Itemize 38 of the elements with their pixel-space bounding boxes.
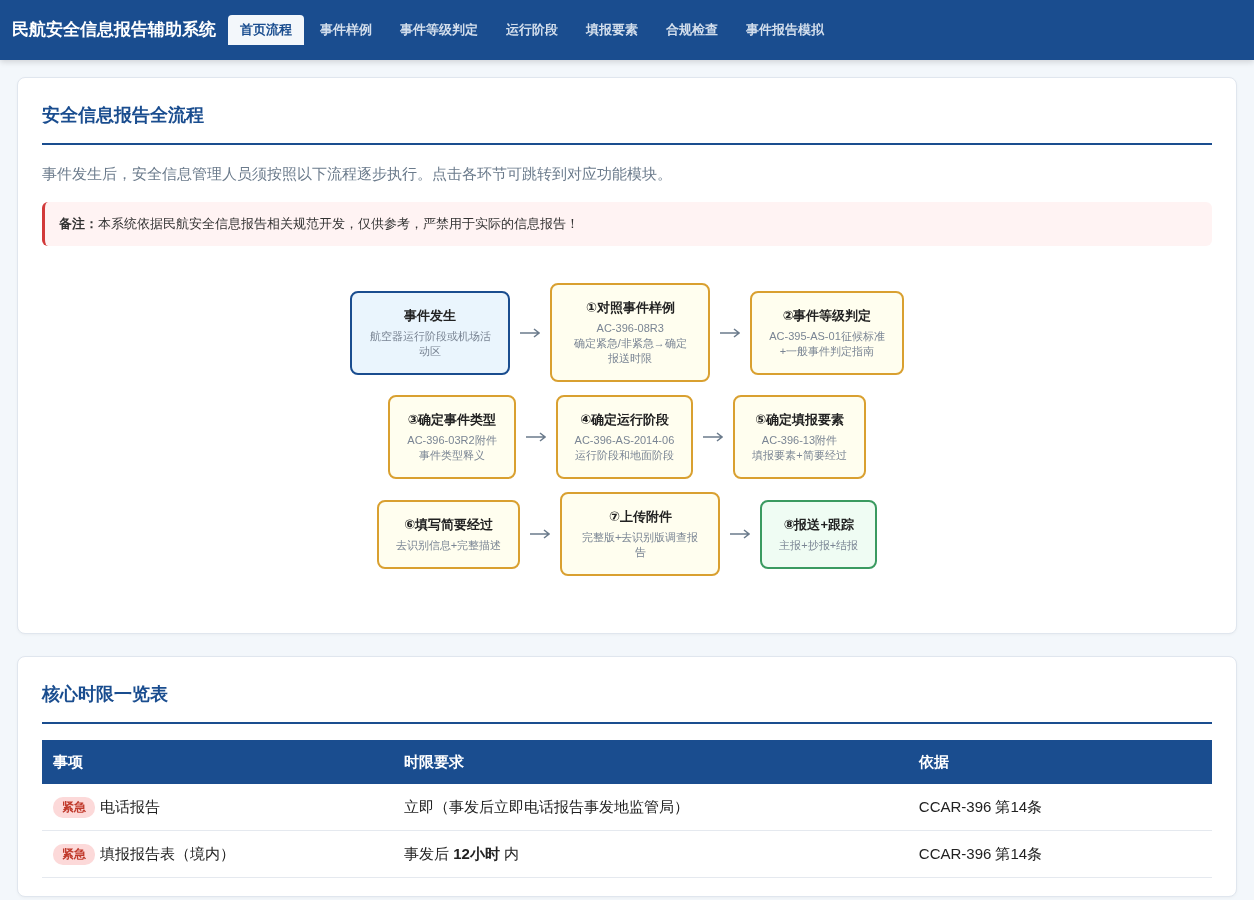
arrow-icon (520, 327, 541, 338)
table-cell: CCAR-396 第14条 (907, 784, 1212, 831)
nav-tab[interactable]: 合规检查 (654, 15, 730, 45)
nav-tab[interactable]: 运行阶段 (494, 15, 570, 45)
column-header: 依据 (907, 740, 1212, 784)
flow-step-node[interactable]: ⑥填写简要经过 去识别信息+完整描述 (376, 499, 521, 569)
arrow-icon (703, 432, 724, 442)
flow-step-node[interactable]: ④确定运行阶段 AC-396-AS-2014-06 运行阶段和地面阶段 (555, 395, 694, 479)
section-title: 安全信息报告全流程 (42, 102, 1212, 145)
flow-step-node[interactable]: ①对照事件样例 AC-396-08R3 确定紧急/非紧急→确定报送时限 (550, 283, 711, 382)
arrow-icon (730, 529, 751, 539)
nav-tab[interactable]: 首页流程 (228, 15, 304, 45)
section-title: 核心时限一览表 (42, 681, 1212, 724)
nav-tab[interactable]: 事件等级判定 (388, 15, 490, 45)
flow-step-node[interactable]: ⑦上传附件 完整版+去识别版调查报告 (560, 492, 721, 576)
table-cell: 事发后 12小时 内 (393, 830, 908, 878)
arrow-icon (525, 432, 546, 442)
column-header: 事项 (42, 740, 393, 784)
app-title: 民航安全信息报告辅助系统 (12, 19, 216, 42)
item-text: 电话报告 (100, 798, 160, 815)
arrow-icon (530, 529, 551, 539)
table-cell: CCAR-396 第14条 (907, 830, 1212, 878)
flow-step-node[interactable]: ②事件等级判定 AC-395-AS-01征候标准 +一般事件判定指南 (750, 290, 904, 375)
nav-tab[interactable]: 事件报告模拟 (734, 15, 836, 45)
arrow-icon (720, 327, 741, 338)
urgency-tag: 紧急 (53, 797, 95, 818)
column-header: 时限要求 (393, 740, 908, 784)
flow-step-node[interactable]: ③确定事件类型 AC-396-03R2附件 事件类型释义 (388, 395, 516, 479)
flow-step-node[interactable]: 事件发生 航空器运行阶段或机场活动区 (350, 290, 511, 375)
section-description: 事件发生后，安全信息管理人员须按照以下流程逐步执行。点击各环节可跳转到对应功能模块。 (42, 164, 673, 184)
flow-step-node[interactable]: ⑤确定填报要素 AC-396-13附件 填报要素+简要经过 (733, 395, 866, 479)
note-alert: 备注：本系统依据民航安全信息报告相关规范开发，仅供参考，严禁用于实际的信息报告！ (42, 202, 1212, 246)
nav-tab[interactable]: 填报要素 (574, 15, 650, 45)
flow-step-node[interactable]: ⑧报送+跟踪 主报+抄报+结报 (760, 499, 878, 569)
urgency-tag: 紧急 (53, 844, 95, 865)
item-text: 填报报告表（境内） (100, 845, 235, 862)
table-cell: 立即（事发后立即电话报告事发地监管局） (393, 784, 908, 831)
nav-tab[interactable]: 事件样例 (308, 15, 384, 45)
